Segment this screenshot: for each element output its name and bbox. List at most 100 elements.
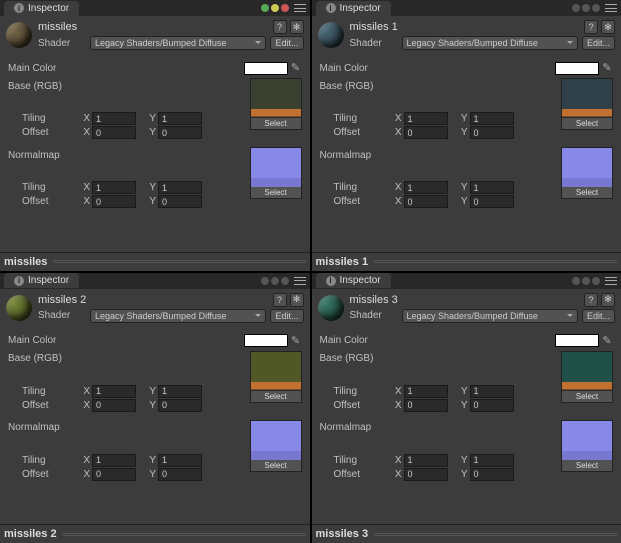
norm-offset-x-input[interactable]	[404, 468, 448, 481]
panel-menu-icon[interactable]	[605, 277, 617, 285]
help-icon[interactable]: ?	[273, 20, 287, 34]
dot-icon[interactable]	[592, 4, 600, 12]
norm-tiling-y-input[interactable]	[158, 181, 202, 194]
eyedropper-icon[interactable]: ✎	[601, 62, 613, 74]
base-offset-x-input[interactable]	[92, 399, 136, 412]
base-tiling-x-input[interactable]	[92, 385, 136, 398]
base-texture-slot[interactable]: Select	[561, 78, 613, 130]
dot-icon[interactable]	[592, 277, 600, 285]
normalmap-texture-slot[interactable]: Select	[561, 147, 613, 199]
gear-icon[interactable]: ✻	[290, 293, 304, 307]
norm-tiling-x-input[interactable]	[404, 181, 448, 194]
edit-button[interactable]: Edit...	[270, 36, 303, 50]
preview-footer[interactable]: missiles 3	[312, 524, 621, 543]
edit-button[interactable]: Edit...	[582, 36, 615, 50]
dot-icon[interactable]	[582, 4, 590, 12]
norm-tiling-x-input[interactable]	[92, 454, 136, 467]
base-tiling-y-input[interactable]	[470, 112, 514, 125]
norm-offset-x-input[interactable]	[92, 195, 136, 208]
base-offset-y-input[interactable]	[470, 399, 514, 412]
dot-icon[interactable]	[281, 277, 289, 285]
base-offset-y-input[interactable]	[158, 126, 202, 139]
preview-footer[interactable]: missiles 1	[312, 252, 621, 271]
norm-offset-x-input[interactable]	[404, 195, 448, 208]
panel-menu-icon[interactable]	[294, 4, 306, 12]
base-tiling-x-input[interactable]	[92, 112, 136, 125]
eyedropper-icon[interactable]: ✎	[601, 335, 613, 347]
material-preview-icon[interactable]	[6, 295, 32, 321]
dot-red-icon[interactable]	[281, 4, 289, 12]
select-button[interactable]: Select	[251, 118, 301, 129]
norm-tiling-y-input[interactable]	[470, 454, 514, 467]
norm-tiling-x-input[interactable]	[92, 181, 136, 194]
base-offset-x-input[interactable]	[404, 399, 448, 412]
normalmap-texture-slot[interactable]: Select	[250, 420, 302, 472]
dot-icon[interactable]	[261, 277, 269, 285]
color-field[interactable]	[555, 334, 599, 347]
material-preview-icon[interactable]	[6, 22, 32, 48]
select-button[interactable]: Select	[562, 391, 612, 402]
preview-footer[interactable]: missiles 2	[0, 524, 310, 543]
shader-dropdown[interactable]: Legacy Shaders/Bumped Diffuse	[90, 309, 266, 323]
gear-icon[interactable]: ✻	[290, 20, 304, 34]
edit-button[interactable]: Edit...	[270, 309, 303, 323]
edit-button[interactable]: Edit...	[582, 309, 615, 323]
dot-icon[interactable]	[271, 277, 279, 285]
color-field[interactable]	[244, 62, 288, 75]
base-texture-slot[interactable]: Select	[561, 351, 613, 403]
base-tiling-x-input[interactable]	[404, 112, 448, 125]
select-button[interactable]: Select	[562, 460, 612, 471]
select-button[interactable]: Select	[251, 187, 301, 198]
norm-tiling-y-input[interactable]	[158, 454, 202, 467]
gear-icon[interactable]: ✻	[601, 20, 615, 34]
color-field[interactable]	[244, 334, 288, 347]
dot-icon[interactable]	[582, 277, 590, 285]
select-button[interactable]: Select	[251, 391, 301, 402]
panel-menu-icon[interactable]	[294, 277, 306, 285]
gear-icon[interactable]: ✻	[601, 293, 615, 307]
normalmap-texture-slot[interactable]: Select	[561, 420, 613, 472]
norm-tiling-x-input[interactable]	[404, 454, 448, 467]
select-button[interactable]: Select	[562, 187, 612, 198]
base-offset-y-input[interactable]	[158, 399, 202, 412]
inspector-tab[interactable]: i Inspector	[316, 273, 391, 288]
help-icon[interactable]: ?	[273, 293, 287, 307]
preview-footer[interactable]: missiles	[0, 252, 310, 271]
color-field[interactable]	[555, 62, 599, 75]
select-button[interactable]: Select	[251, 460, 301, 471]
help-icon[interactable]: ?	[584, 20, 598, 34]
select-button[interactable]: Select	[562, 118, 612, 129]
shader-dropdown[interactable]: Legacy Shaders/Bumped Diffuse	[402, 309, 578, 323]
normalmap-texture-slot[interactable]: Select	[250, 147, 302, 199]
norm-offset-y-input[interactable]	[470, 195, 514, 208]
inspector-tab[interactable]: i Inspector	[316, 1, 391, 16]
base-tiling-y-input[interactable]	[158, 385, 202, 398]
inspector-tab[interactable]: i Inspector	[4, 1, 79, 16]
base-tiling-y-input[interactable]	[158, 112, 202, 125]
shader-dropdown[interactable]: Legacy Shaders/Bumped Diffuse	[90, 36, 266, 50]
norm-offset-x-input[interactable]	[92, 468, 136, 481]
base-offset-x-input[interactable]	[92, 126, 136, 139]
base-texture-slot[interactable]: Select	[250, 351, 302, 403]
norm-offset-y-input[interactable]	[158, 195, 202, 208]
eyedropper-icon[interactable]: ✎	[290, 335, 302, 347]
norm-tiling-y-input[interactable]	[470, 181, 514, 194]
dot-icon[interactable]	[572, 277, 580, 285]
dot-green-icon[interactable]	[261, 4, 269, 12]
help-icon[interactable]: ?	[584, 293, 598, 307]
base-offset-y-input[interactable]	[470, 126, 514, 139]
base-offset-x-input[interactable]	[404, 126, 448, 139]
base-texture-slot[interactable]: Select	[250, 78, 302, 130]
eyedropper-icon[interactable]: ✎	[290, 62, 302, 74]
norm-offset-y-input[interactable]	[158, 468, 202, 481]
dot-yellow-icon[interactable]	[271, 4, 279, 12]
material-preview-icon[interactable]	[318, 295, 344, 321]
shader-dropdown[interactable]: Legacy Shaders/Bumped Diffuse	[402, 36, 578, 50]
norm-offset-y-input[interactable]	[470, 468, 514, 481]
material-preview-icon[interactable]	[318, 22, 344, 48]
base-tiling-y-input[interactable]	[470, 385, 514, 398]
base-tiling-x-input[interactable]	[404, 385, 448, 398]
panel-menu-icon[interactable]	[605, 4, 617, 12]
inspector-tab[interactable]: i Inspector	[4, 273, 79, 288]
dot-icon[interactable]	[572, 4, 580, 12]
